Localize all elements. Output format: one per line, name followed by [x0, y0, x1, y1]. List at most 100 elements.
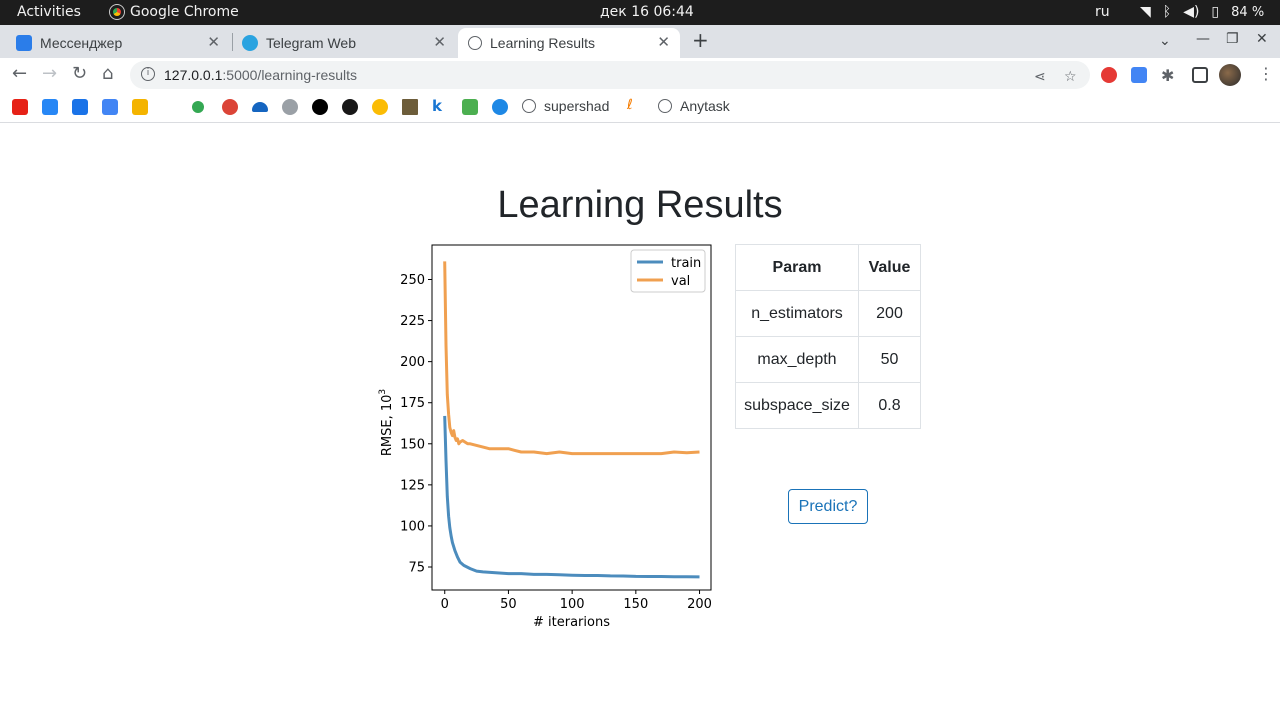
reload-button[interactable]: ↻: [72, 63, 87, 84]
translate-bookmark-icon[interactable]: [102, 99, 118, 115]
address-bar[interactable]: i 127.0.0.1:5000/learning-results ⋖ ☆: [130, 61, 1090, 89]
mail-icon[interactable]: [72, 99, 88, 115]
bookmark-g-icon[interactable]: [222, 99, 238, 115]
minimize-button[interactable]: —: [1196, 31, 1210, 47]
table-row: max_depth 50: [735, 336, 921, 383]
param-value: 0.8: [858, 382, 921, 429]
x-tick-label: 200: [687, 597, 712, 612]
app-menu[interactable]: Google Chrome: [109, 4, 239, 20]
tab-telegram[interactable]: Telegram Web ✕: [226, 28, 456, 58]
translate-icon[interactable]: [1131, 67, 1147, 83]
globe-icon: [522, 99, 536, 113]
close-icon[interactable]: ✕: [207, 33, 220, 51]
page-title: Learning Results: [497, 184, 783, 226]
bookmark-globe-icon[interactable]: [282, 99, 298, 115]
globe-icon: [468, 36, 482, 50]
vk-icon[interactable]: [42, 99, 58, 115]
keyboard-layout[interactable]: ru: [1095, 4, 1110, 20]
tab-messenger[interactable]: Мессенджер ✕: [0, 28, 230, 58]
volume-icon: ◀): [1183, 4, 1200, 20]
legend-label-val: val: [671, 274, 690, 289]
x-axis-label: # iterarions: [533, 615, 610, 630]
tab-label: Learning Results: [490, 35, 596, 51]
bookmark-star-icon[interactable]: ☆: [1064, 69, 1077, 85]
bookmark-b-icon[interactable]: [192, 101, 204, 113]
clock[interactable]: дек 16 06:44: [600, 4, 694, 20]
y-tick-label: 175: [400, 396, 425, 411]
y-axis-label: RMSE, 103: [378, 389, 395, 456]
series-line-train: [443, 415, 700, 579]
bookmark-c-icon[interactable]: [492, 99, 508, 115]
chart-svg: 0 50 100 150 200 75 100 125 150 175 200 225 250 # ite…: [378, 244, 712, 630]
params-table: Param Value n_estimators 200 max_depth 5…: [735, 244, 921, 429]
learning-curve-chart: 0 50 100 150 200 75 100 125 150 175 200 225 250 # ite…: [376, 236, 722, 636]
param-name: n_estimators: [735, 290, 859, 337]
y-tick-label: 150: [400, 437, 425, 452]
bookmark-circle-icon[interactable]: [372, 99, 388, 115]
github-icon[interactable]: [342, 99, 358, 115]
table-row: n_estimators 200: [735, 290, 921, 337]
x-tick-label: 100: [560, 597, 585, 612]
tab-strip: Мессенджер ✕ Telegram Web ✕ Learning Res…: [0, 25, 1280, 58]
chrome-icon: [109, 4, 125, 20]
close-icon[interactable]: ✕: [657, 33, 670, 51]
header-value: Value: [858, 244, 921, 291]
wifi-icon: ◥: [1140, 4, 1151, 20]
telegram-icon: [242, 35, 258, 51]
table-row: subspace_size 0.8: [735, 382, 921, 429]
calendar-icon[interactable]: [462, 99, 478, 115]
new-tab-button[interactable]: +: [692, 28, 709, 52]
home-button[interactable]: ⌂: [102, 63, 113, 84]
share-icon[interactable]: ⋖: [1034, 69, 1046, 85]
browser-toolbar: ← → ↻ ⌂ i 127.0.0.1:5000/learning-result…: [0, 58, 1280, 92]
side-panel-icon[interactable]: [1192, 67, 1208, 83]
battery-level: 84 %: [1231, 4, 1265, 20]
tab-label: Мессенджер: [40, 35, 123, 51]
legend-label-train: train: [671, 256, 701, 271]
youtube-icon[interactable]: [12, 99, 28, 115]
bookmark-link-icon[interactable]: [312, 99, 328, 115]
activities-button[interactable]: Activities: [17, 4, 81, 20]
battery-icon: ▯: [1211, 4, 1220, 20]
y-tick-label: 100: [400, 519, 425, 534]
x-tick-label: 150: [623, 597, 648, 612]
bookmark-wave-icon[interactable]: [252, 102, 268, 112]
url-text: 127.0.0.1:5000/learning-results: [164, 67, 358, 83]
classroom-icon[interactable]: [132, 99, 148, 115]
forward-button[interactable]: →: [42, 63, 57, 84]
param-value: 200: [858, 290, 921, 337]
tab-learning-results[interactable]: Learning Results ✕: [458, 28, 680, 58]
y-axis-label-exponent: 3: [378, 389, 388, 395]
param-name: max_depth: [735, 336, 859, 383]
menu-icon[interactable]: ⋮: [1258, 64, 1274, 83]
system-tray[interactable]: ◥ ᛒ ◀) ▯ 84 %: [1140, 4, 1264, 20]
bookmark-image-icon[interactable]: [402, 99, 418, 115]
bookmarks-bar: k supershad ℓ Anytask: [0, 92, 1280, 123]
back-button[interactable]: ←: [12, 63, 27, 84]
bookmark-k-icon[interactable]: k: [432, 97, 448, 115]
maximize-button[interactable]: ❐: [1226, 31, 1239, 47]
bluetooth-icon: ᛒ: [1162, 4, 1172, 20]
close-icon[interactable]: ✕: [433, 33, 446, 51]
adblock-icon[interactable]: [1101, 67, 1117, 83]
avatar[interactable]: [1219, 64, 1241, 86]
tab-search-icon[interactable]: ⌄: [1159, 33, 1171, 49]
x-tick-label: 0: [441, 597, 449, 612]
param-name: subspace_size: [735, 382, 859, 429]
bookmark-anytask[interactable]: Anytask: [658, 98, 730, 114]
site-info-icon[interactable]: i: [141, 67, 155, 81]
globe-icon: [658, 99, 672, 113]
header-param: Param: [735, 244, 859, 291]
close-window-button[interactable]: ✕: [1256, 31, 1268, 47]
bookmark-lambda-icon[interactable]: ℓ: [627, 97, 643, 113]
extensions-icon[interactable]: ✱: [1161, 66, 1174, 85]
predict-button[interactable]: Predict?: [788, 489, 868, 524]
bookmark-supershad[interactable]: supershad: [522, 98, 609, 114]
system-top-bar: Activities Google Chrome дек 16 06:44 ru…: [0, 0, 1280, 25]
app-name: Google Chrome: [130, 4, 239, 20]
param-value: 50: [858, 336, 921, 383]
y-tick-label: 250: [400, 273, 425, 288]
tab-label: Telegram Web: [266, 35, 357, 51]
y-tick-label: 200: [400, 355, 425, 370]
plot-frame: [431, 244, 712, 591]
